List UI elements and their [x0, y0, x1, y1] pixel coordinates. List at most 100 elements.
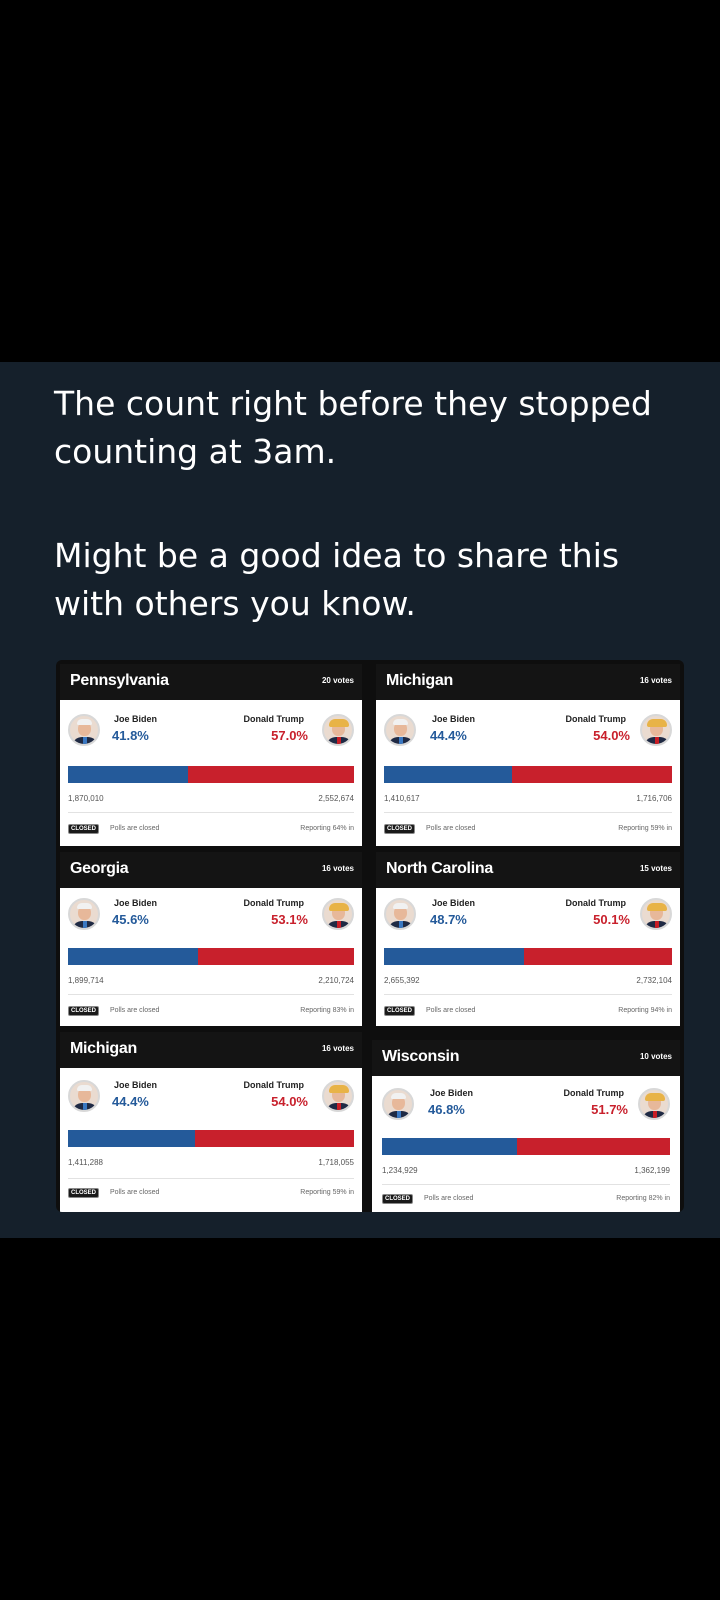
trump-bar-fill	[194, 1130, 354, 1147]
vote-share-bar	[384, 948, 672, 965]
closed-badge: CLOSED	[382, 1194, 414, 1204]
trump-avatar-icon	[640, 714, 672, 746]
trump-percent: 54.0%	[593, 728, 630, 743]
vote-share-bar	[384, 766, 672, 783]
results-card-wisconsin: Wisconsin 10 votes Joe Biden 46.8% Donal…	[372, 1040, 680, 1212]
biden-bar-fill	[68, 1130, 195, 1147]
trump-percent: 53.1%	[271, 912, 308, 927]
trump-avatar-icon	[322, 1080, 354, 1112]
card-header: Michigan 16 votes	[60, 1032, 362, 1068]
tweet-text: The count right before they stopped coun…	[54, 380, 694, 628]
biden-avatar-icon	[68, 1080, 100, 1112]
tweet-paragraph: Might be a good idea to share this with …	[54, 536, 620, 623]
biden-vote-count: 1,870,010	[68, 794, 104, 803]
biden-vote-count: 1,411,288	[68, 1158, 103, 1167]
reporting-text: Reporting 82% in	[616, 1195, 670, 1202]
biden-bar-fill	[68, 766, 188, 783]
biden-percent: 44.4%	[112, 1094, 149, 1109]
biden-name: Joe Biden	[114, 714, 158, 724]
biden-avatar-icon	[68, 898, 100, 930]
biden-avatar-icon	[68, 714, 100, 746]
biden-bar-fill	[384, 948, 525, 965]
polls-closed-text: Polls are closed	[424, 1195, 474, 1202]
biden-percent: 48.7%	[430, 912, 467, 927]
polls-closed-text: Polls are closed	[110, 1007, 160, 1014]
reporting-text: Reporting 59% in	[618, 825, 672, 832]
electoral-votes: 16 votes	[321, 864, 354, 873]
biden-name: Joe Biden	[430, 1088, 474, 1098]
polls-closed-text: Polls are closed	[426, 1007, 476, 1014]
trump-bar-fill	[511, 766, 672, 783]
divider	[382, 1184, 670, 1185]
divider	[68, 994, 354, 995]
divider	[384, 812, 672, 813]
reporting-text: Reporting 64% in	[300, 825, 354, 832]
biden-percent: 41.8%	[112, 728, 149, 743]
biden-vote-count: 1,234,929	[382, 1166, 418, 1175]
closed-badge: CLOSED	[384, 824, 416, 834]
trump-vote-count: 2,552,674	[318, 794, 354, 803]
trump-avatar-icon	[640, 898, 672, 930]
biden-vote-count: 1,899,714	[68, 976, 104, 985]
results-card-michigan-duplicate: Michigan 16 votes Joe Biden 44.4% Donald…	[60, 1032, 362, 1212]
trump-avatar-icon	[322, 714, 354, 746]
biden-percent: 44.4%	[430, 728, 467, 743]
results-card-pennsylvania: Pennsylvania 20 votes Joe Biden 41.8% Do…	[60, 664, 362, 846]
card-header: North Carolina 15 votes	[376, 852, 680, 888]
closed-badge: CLOSED	[68, 1006, 100, 1016]
trump-percent: 51.7%	[591, 1102, 628, 1117]
trump-avatar-icon	[638, 1088, 670, 1120]
polls-closed-text: Polls are closed	[426, 825, 476, 832]
electoral-votes: 15 votes	[639, 864, 672, 873]
divider	[384, 994, 672, 995]
polls-closed-text: Polls are closed	[110, 825, 160, 832]
biden-percent: 45.6%	[112, 912, 149, 927]
biden-name: Joe Biden	[114, 898, 158, 908]
trump-vote-count: 1,716,706	[636, 794, 672, 803]
vote-share-bar	[68, 1130, 354, 1147]
electoral-votes: 16 votes	[321, 1044, 354, 1053]
biden-bar-fill	[382, 1138, 517, 1155]
trump-percent: 54.0%	[271, 1094, 308, 1109]
state-name: Wisconsin	[382, 1048, 460, 1065]
trump-vote-count: 1,718,055	[318, 1158, 354, 1167]
election-results-image: Pennsylvania 20 votes Joe Biden 41.8% Do…	[56, 660, 684, 1212]
trump-name: Donald Trump	[565, 714, 627, 724]
vote-share-bar	[68, 948, 354, 965]
biden-name: Joe Biden	[432, 898, 476, 908]
trump-bar-fill	[524, 948, 672, 965]
card-header: Georgia 16 votes	[60, 852, 362, 888]
trump-vote-count: 1,362,199	[634, 1166, 670, 1175]
divider	[68, 812, 354, 813]
card-header: Michigan 16 votes	[376, 664, 680, 700]
biden-vote-count: 1,410,617	[384, 794, 420, 803]
results-card-north-carolina: North Carolina 15 votes Joe Biden 48.7% …	[376, 852, 680, 1026]
state-name: Michigan	[70, 1040, 137, 1057]
trump-avatar-icon	[322, 898, 354, 930]
reporting-text: Reporting 59% in	[300, 1189, 354, 1196]
closed-badge: CLOSED	[68, 1188, 100, 1198]
electoral-votes: 20 votes	[321, 676, 354, 685]
card-header: Pennsylvania 20 votes	[60, 664, 362, 700]
trump-name: Donald Trump	[243, 714, 305, 724]
biden-avatar-icon	[384, 898, 416, 930]
biden-avatar-icon	[382, 1088, 414, 1120]
state-name: North Carolina	[386, 860, 493, 877]
biden-bar-fill	[384, 766, 512, 783]
electoral-votes: 16 votes	[639, 676, 672, 685]
results-card-georgia: Georgia 16 votes Joe Biden 45.6% Donald …	[60, 852, 362, 1026]
reporting-text: Reporting 83% in	[300, 1007, 354, 1014]
results-card-michigan: Michigan 16 votes Joe Biden 44.4% Donald…	[376, 664, 680, 846]
electoral-votes: 10 votes	[639, 1052, 672, 1061]
closed-badge: CLOSED	[68, 824, 100, 834]
trump-percent: 50.1%	[593, 912, 630, 927]
trump-name: Donald Trump	[243, 898, 305, 908]
trump-name: Donald Trump	[243, 1080, 305, 1090]
biden-name: Joe Biden	[114, 1080, 158, 1090]
vote-share-bar	[68, 766, 354, 783]
card-header: Wisconsin 10 votes	[372, 1040, 680, 1076]
trump-vote-count: 2,210,724	[318, 976, 354, 985]
tweet-paragraph: The count right before they stopped coun…	[54, 384, 652, 471]
state-name: Georgia	[70, 860, 129, 877]
reporting-text: Reporting 94% in	[618, 1007, 672, 1014]
